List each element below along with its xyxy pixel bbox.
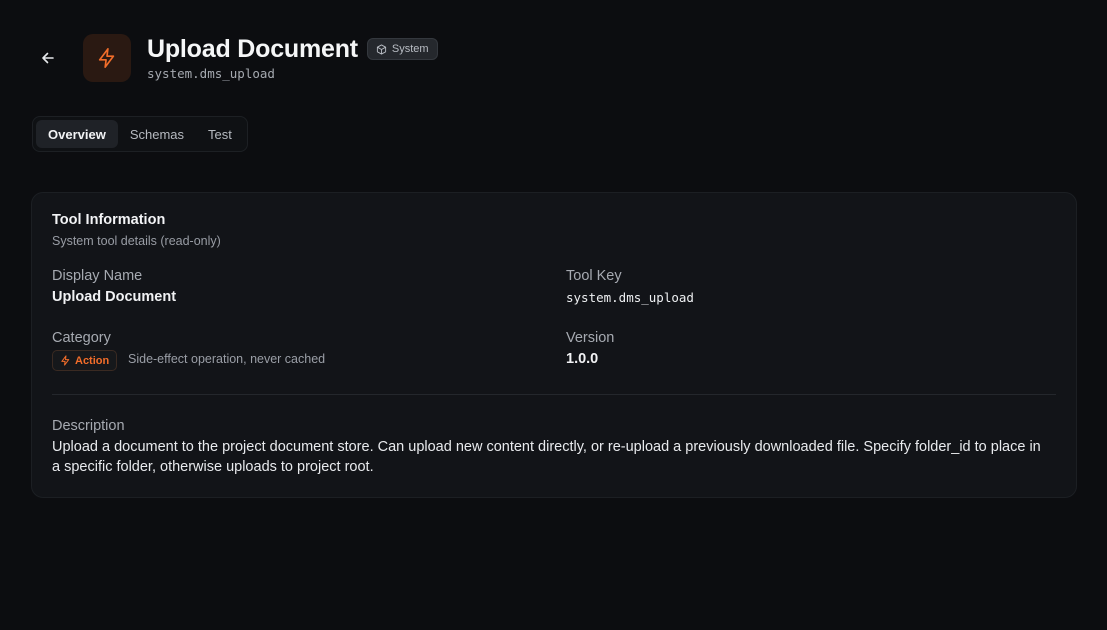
version-value: 1.0.0 — [566, 351, 599, 367]
description-value: Upload a document to the project documen… — [52, 439, 1041, 475]
cube-icon — [376, 43, 386, 55]
system-badge: System — [366, 38, 438, 60]
tool-key-value: system.dms_upload — [566, 290, 694, 305]
card-title: Tool Information — [52, 212, 166, 228]
system-badge-label: System — [391, 43, 429, 55]
tab-bar: Overview Schemas Test — [32, 116, 248, 152]
tool-avatar — [83, 34, 131, 82]
tool-detail-page: Upload Document System system.dms_upload… — [0, 0, 1107, 630]
lightning-bolt-icon — [61, 355, 70, 366]
page-title: Upload Document — [147, 35, 358, 63]
display-name-value: Upload Document — [52, 289, 177, 305]
category-note: Side-effect operation, never cached — [128, 352, 326, 366]
description-label: Description — [52, 418, 125, 434]
tab-test[interactable]: Test — [196, 120, 244, 148]
category-label: Category — [52, 330, 111, 346]
tool-key-label: Tool Key — [566, 268, 622, 284]
divider — [52, 394, 1056, 395]
tool-information-card: Tool Information System tool details (re… — [31, 192, 1077, 498]
title-row: Upload Document System — [147, 34, 438, 64]
back-button[interactable] — [36, 46, 60, 70]
card-subtitle: System tool details (read-only) — [52, 234, 221, 248]
lightning-bolt-icon — [98, 48, 115, 68]
tab-schemas[interactable]: Schemas — [118, 120, 196, 148]
tab-overview[interactable]: Overview — [36, 120, 118, 148]
version-label: Version — [566, 330, 615, 346]
category-badge-label: Action — [75, 354, 110, 367]
category-badge: Action — [52, 350, 118, 371]
tool-key-subtitle: system.dms_upload — [147, 66, 275, 81]
display-name-label: Display Name — [52, 268, 143, 284]
arrow-left-icon — [42, 52, 54, 64]
